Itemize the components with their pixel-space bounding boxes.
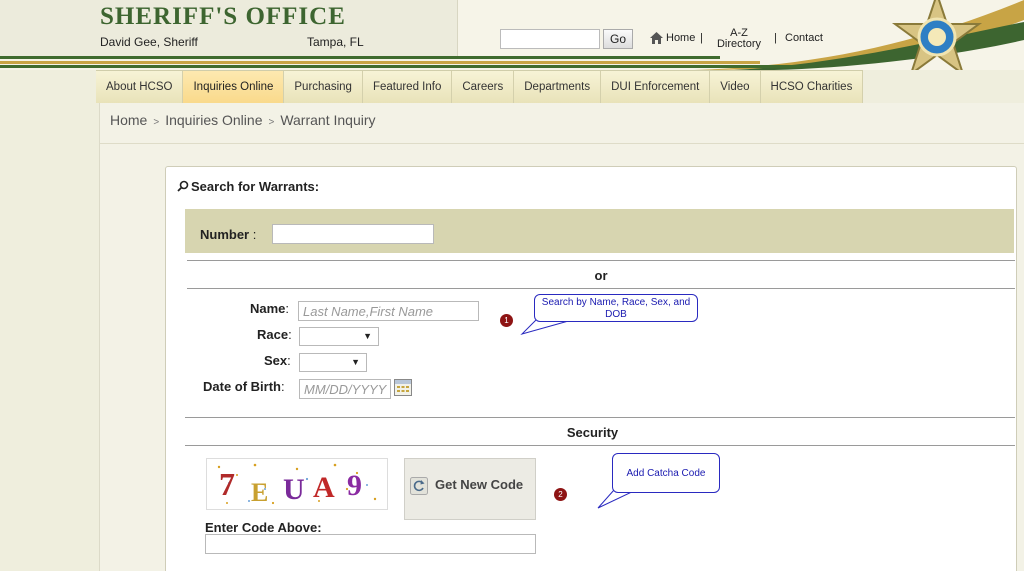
- warrant-number-input[interactable]: [272, 224, 434, 244]
- left-column: [0, 103, 100, 571]
- magnifier-icon: [177, 180, 189, 192]
- dob-input[interactable]: MM/DD/YYYY: [299, 379, 391, 399]
- go-button[interactable]: Go: [603, 29, 633, 49]
- sheriff-name: David Gee, Sheriff: [100, 35, 198, 49]
- breadcrumb-home[interactable]: Home: [110, 112, 147, 128]
- sheriff-star-badge[interactable]: [885, 0, 990, 70]
- divider-security-bottom: [185, 445, 1015, 446]
- header-stripe-gold: [0, 61, 760, 64]
- contact-link[interactable]: Contact: [785, 32, 823, 44]
- breadcrumb-separator: >: [153, 117, 160, 128]
- dob-label: Date of Birth:: [203, 379, 285, 394]
- site-search-input[interactable]: [500, 29, 600, 49]
- svg-text:7: 7: [219, 466, 235, 502]
- get-new-code-label: Get New Code: [435, 477, 524, 492]
- enter-code-label: Enter Code Above:: [205, 520, 322, 535]
- name-label: Name:: [250, 301, 290, 316]
- svg-text:A: A: [313, 471, 335, 504]
- nav-purchasing[interactable]: Purchasing: [284, 71, 363, 104]
- house-icon[interactable]: [650, 32, 663, 44]
- svg-text:U: U: [283, 473, 305, 506]
- header-stripe-green-2: [0, 65, 800, 68]
- annotation-callout-1: Search by Name, Race, Sex, and DOB: [534, 294, 698, 322]
- divider-or-bottom: [187, 288, 1015, 289]
- divider-security-top: [185, 417, 1015, 418]
- form-title: Search for Warrants:: [177, 179, 319, 194]
- breadcrumb-current: Warrant Inquiry: [280, 112, 376, 128]
- nav-video[interactable]: Video: [710, 71, 761, 104]
- annotation-marker-1: 1: [500, 314, 513, 327]
- breadcrumb-separator: >: [268, 117, 275, 128]
- nav-careers[interactable]: Careers: [452, 71, 515, 104]
- refresh-icon[interactable]: [410, 477, 428, 495]
- site-header: SHERIFF'S OFFICE David Gee, Sheriff Tamp…: [0, 0, 1024, 70]
- link-separator: |: [774, 32, 777, 44]
- race-label: Race:: [257, 327, 292, 342]
- annotation-callout-2: Add Catcha Code: [612, 453, 720, 493]
- main-nav: About HCSO Inquiries Online Purchasing F…: [96, 70, 864, 104]
- header-stripe-green: [0, 56, 720, 59]
- name-input[interactable]: Last Name,First Name: [298, 301, 479, 321]
- divider-or-top: [187, 260, 1015, 261]
- svg-text:9: 9: [347, 469, 362, 502]
- annotation-marker-2: 2: [554, 488, 567, 501]
- or-label: or: [594, 268, 608, 283]
- city-label: Tampa, FL: [307, 35, 364, 49]
- race-select[interactable]: ▼: [299, 327, 379, 346]
- link-separator: |: [700, 32, 703, 44]
- breadcrumb-inquiries[interactable]: Inquiries Online: [165, 112, 262, 128]
- captcha-image: 7 E U A 9: [206, 458, 388, 510]
- nav-departments[interactable]: Departments: [514, 71, 602, 104]
- home-link[interactable]: Home: [666, 32, 695, 44]
- site-title: SHERIFF'S OFFICE: [100, 3, 346, 30]
- nav-featured-info[interactable]: Featured Info: [362, 71, 453, 104]
- form-title-text: Search for Warrants:: [191, 179, 320, 194]
- calendar-icon[interactable]: [394, 379, 412, 396]
- nav-dui-enforcement[interactable]: DUI Enforcement: [601, 71, 711, 104]
- svg-text:E: E: [251, 478, 268, 507]
- nav-hcso-charities[interactable]: HCSO Charities: [760, 71, 864, 104]
- captcha-code-input[interactable]: [205, 534, 536, 554]
- sex-select[interactable]: ▼: [299, 353, 367, 372]
- az-directory-link[interactable]: A-Z Directory: [716, 28, 762, 50]
- breadcrumb: Home > Inquiries Online > Warrant Inquiry: [110, 112, 376, 128]
- nav-about-hcso[interactable]: About HCSO: [96, 71, 184, 104]
- sex-label: Sex:: [264, 353, 291, 368]
- nav-inquiries-online[interactable]: Inquiries Online: [183, 71, 285, 104]
- number-label: Number :: [200, 227, 257, 242]
- breadcrumb-divider: [100, 143, 1024, 144]
- security-label: Security: [566, 425, 619, 440]
- az-line2: Directory: [716, 38, 761, 50]
